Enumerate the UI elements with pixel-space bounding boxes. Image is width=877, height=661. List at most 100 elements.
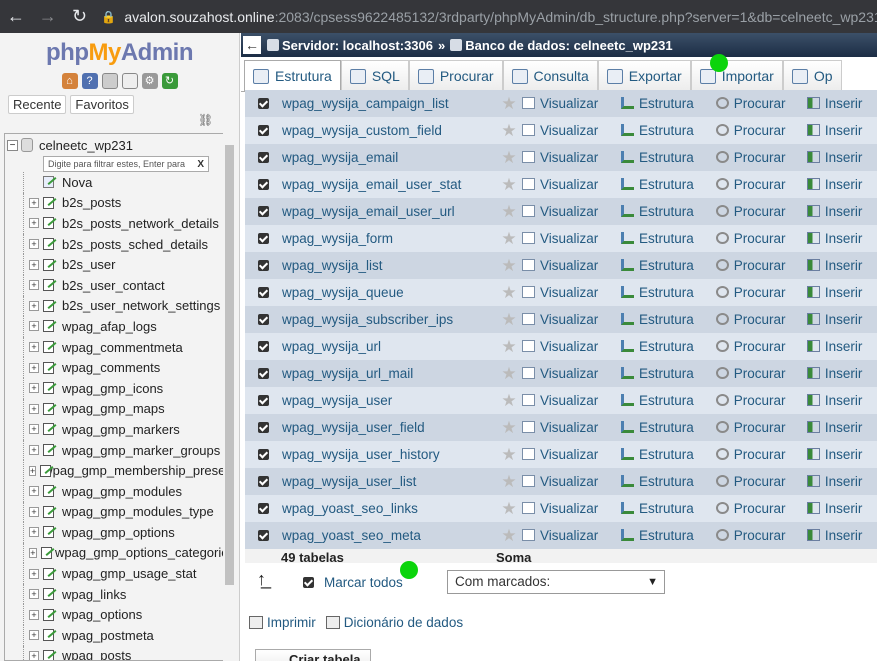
table-node-label[interactable]: wpag_options — [62, 607, 142, 622]
table-node[interactable]: + b2s_posts_network_details — [5, 213, 235, 234]
structure-action[interactable]: Estrutura — [620, 90, 716, 117]
row-checkbox[interactable] — [257, 287, 269, 298]
structure-action[interactable]: Estrutura — [620, 225, 716, 252]
table-name-link[interactable]: wpag_wysija_url — [281, 333, 496, 360]
table-name-link[interactable]: wpag_wysija_user_list — [281, 468, 496, 495]
insert-action[interactable]: Inserir — [806, 279, 877, 306]
favorite-star-icon[interactable]: ★ — [496, 144, 522, 171]
favorite-star-icon[interactable]: ★ — [496, 495, 522, 522]
expand-icon[interactable]: + — [29, 362, 39, 373]
table-name-link[interactable]: wpag_wysija_campaign_list — [281, 90, 496, 117]
table-node-label[interactable]: wpag_gmp_options_categories — [55, 545, 235, 560]
expand-icon[interactable]: + — [29, 486, 39, 497]
print-link[interactable]: Imprimir — [249, 615, 316, 630]
favorite-star-icon[interactable]: ★ — [496, 522, 522, 549]
search-action[interactable]: Procurar — [715, 495, 807, 522]
nav-scrollbar[interactable] — [223, 133, 236, 661]
tab-sql[interactable]: SQL — [340, 60, 409, 91]
row-checkbox[interactable] — [257, 179, 269, 190]
search-action[interactable]: Procurar — [715, 252, 807, 279]
breadcrumb-server[interactable]: Servidor: localhost:3306 — [282, 38, 433, 53]
expand-icon[interactable]: + — [29, 197, 39, 208]
expand-icon[interactable]: + — [29, 589, 39, 600]
browse-action[interactable]: Visualizar — [522, 225, 621, 252]
insert-action[interactable]: Inserir — [806, 90, 877, 117]
row-checkbox[interactable] — [257, 476, 269, 487]
table-name-link[interactable]: wpag_wysija_user — [281, 387, 496, 414]
table-node[interactable]: + wpag_gmp_modules — [5, 480, 235, 502]
database-name[interactable]: celneetc_wp231 — [39, 138, 133, 153]
tab-favorites[interactable]: Favoritos — [70, 95, 134, 114]
expand-icon[interactable]: + — [29, 630, 39, 641]
table-node[interactable]: + b2s_posts_sched_details — [5, 233, 235, 255]
favorite-star-icon[interactable]: ★ — [496, 252, 522, 279]
structure-action[interactable]: Estrutura — [620, 414, 716, 441]
browse-action[interactable]: Visualizar — [522, 468, 621, 495]
reload-icon[interactable]: ↻ — [64, 0, 96, 33]
insert-action[interactable]: Inserir — [806, 360, 877, 387]
search-action[interactable]: Procurar — [715, 414, 807, 441]
table-node[interactable]: + wpag_gmp_membership_presets — [5, 460, 235, 481]
table-node-label[interactable]: wpag_gmp_modules_type — [62, 504, 214, 519]
favorite-star-icon[interactable]: ★ — [496, 171, 522, 198]
table-node-label[interactable]: b2s_user — [62, 257, 115, 272]
table-node-label[interactable]: wpag_postmeta — [62, 628, 154, 643]
table-node-label[interactable]: wpag_gmp_usage_stat — [62, 566, 196, 581]
data-dictionary-link[interactable]: Dicionário de dados — [325, 615, 463, 630]
favorite-star-icon[interactable]: ★ — [496, 90, 522, 117]
insert-action[interactable]: Inserir — [806, 522, 877, 549]
favorite-star-icon[interactable]: ★ — [496, 333, 522, 360]
expand-icon[interactable]: + — [29, 445, 39, 456]
table-node[interactable]: + wpag_commentmeta — [5, 336, 235, 358]
expand-icon[interactable]: + — [29, 239, 39, 250]
check-all-checkbox[interactable] — [303, 577, 314, 588]
search-action[interactable]: Procurar — [715, 198, 807, 225]
browse-action[interactable]: Visualizar — [522, 144, 621, 171]
expand-icon[interactable]: + — [29, 342, 39, 353]
lock-icon[interactable]: 🔒 — [101, 10, 116, 24]
structure-action[interactable]: Estrutura — [620, 441, 716, 468]
table-node-label[interactable]: wpag_gmp_options — [62, 525, 175, 540]
search-action[interactable]: Procurar — [715, 225, 807, 252]
search-action[interactable]: Procurar — [715, 441, 807, 468]
browse-action[interactable]: Visualizar — [522, 414, 621, 441]
clear-filter-button[interactable]: X — [197, 159, 204, 170]
table-name-link[interactable]: wpag_wysija_form — [281, 225, 496, 252]
expand-icon[interactable]: + — [29, 280, 39, 291]
browse-action[interactable]: Visualizar — [522, 198, 621, 225]
insert-action[interactable]: Inserir — [806, 225, 877, 252]
row-checkbox[interactable] — [257, 368, 269, 379]
table-name-link[interactable]: wpag_wysija_email_user_stat — [281, 171, 496, 198]
insert-action[interactable]: Inserir — [806, 495, 877, 522]
browse-action[interactable]: Visualizar — [522, 306, 621, 333]
table-node[interactable]: + wpag_gmp_options_categories — [5, 542, 235, 564]
forward-arrow-icon[interactable]: → — [32, 0, 64, 33]
insert-action[interactable]: Inserir — [806, 171, 877, 198]
insert-action[interactable]: Inserir — [806, 252, 877, 279]
insert-action[interactable]: Inserir — [806, 468, 877, 495]
table-node[interactable]: + wpag_gmp_icons — [5, 377, 235, 399]
structure-action[interactable]: Estrutura — [620, 522, 716, 549]
insert-action[interactable]: Inserir — [806, 306, 877, 333]
table-node[interactable]: + wpag_options — [5, 604, 235, 626]
table-node[interactable]: + b2s_user_contact — [5, 274, 235, 296]
tab-op[interactable]: Op — [782, 60, 842, 91]
structure-action[interactable]: Estrutura — [620, 117, 716, 144]
reload-nav-icon[interactable]: ↻ — [161, 73, 178, 89]
table-node[interactable]: + wpag_gmp_marker_groups — [5, 439, 235, 461]
phpmyadmin-logo[interactable]: phpMyAdmin — [0, 33, 239, 71]
tab-recent[interactable]: Recente — [8, 95, 67, 114]
row-checkbox[interactable] — [257, 395, 269, 406]
expand-icon[interactable]: + — [29, 506, 39, 517]
favorite-star-icon[interactable]: ★ — [496, 468, 522, 495]
expand-icon[interactable]: + — [29, 321, 39, 332]
table-node-label[interactable]: wpag_commentmeta — [62, 340, 183, 355]
collapse-nav-button[interactable]: ← — [243, 36, 261, 54]
insert-action[interactable]: Inserir — [806, 144, 877, 171]
search-action[interactable]: Procurar — [715, 306, 807, 333]
browse-action[interactable]: Visualizar — [522, 117, 621, 144]
table-node[interactable]: + wpag_gmp_maps — [5, 398, 235, 420]
table-name-link[interactable]: wpag_wysija_email — [281, 144, 496, 171]
structure-action[interactable]: Estrutura — [620, 279, 716, 306]
expand-icon[interactable]: + — [29, 568, 39, 579]
